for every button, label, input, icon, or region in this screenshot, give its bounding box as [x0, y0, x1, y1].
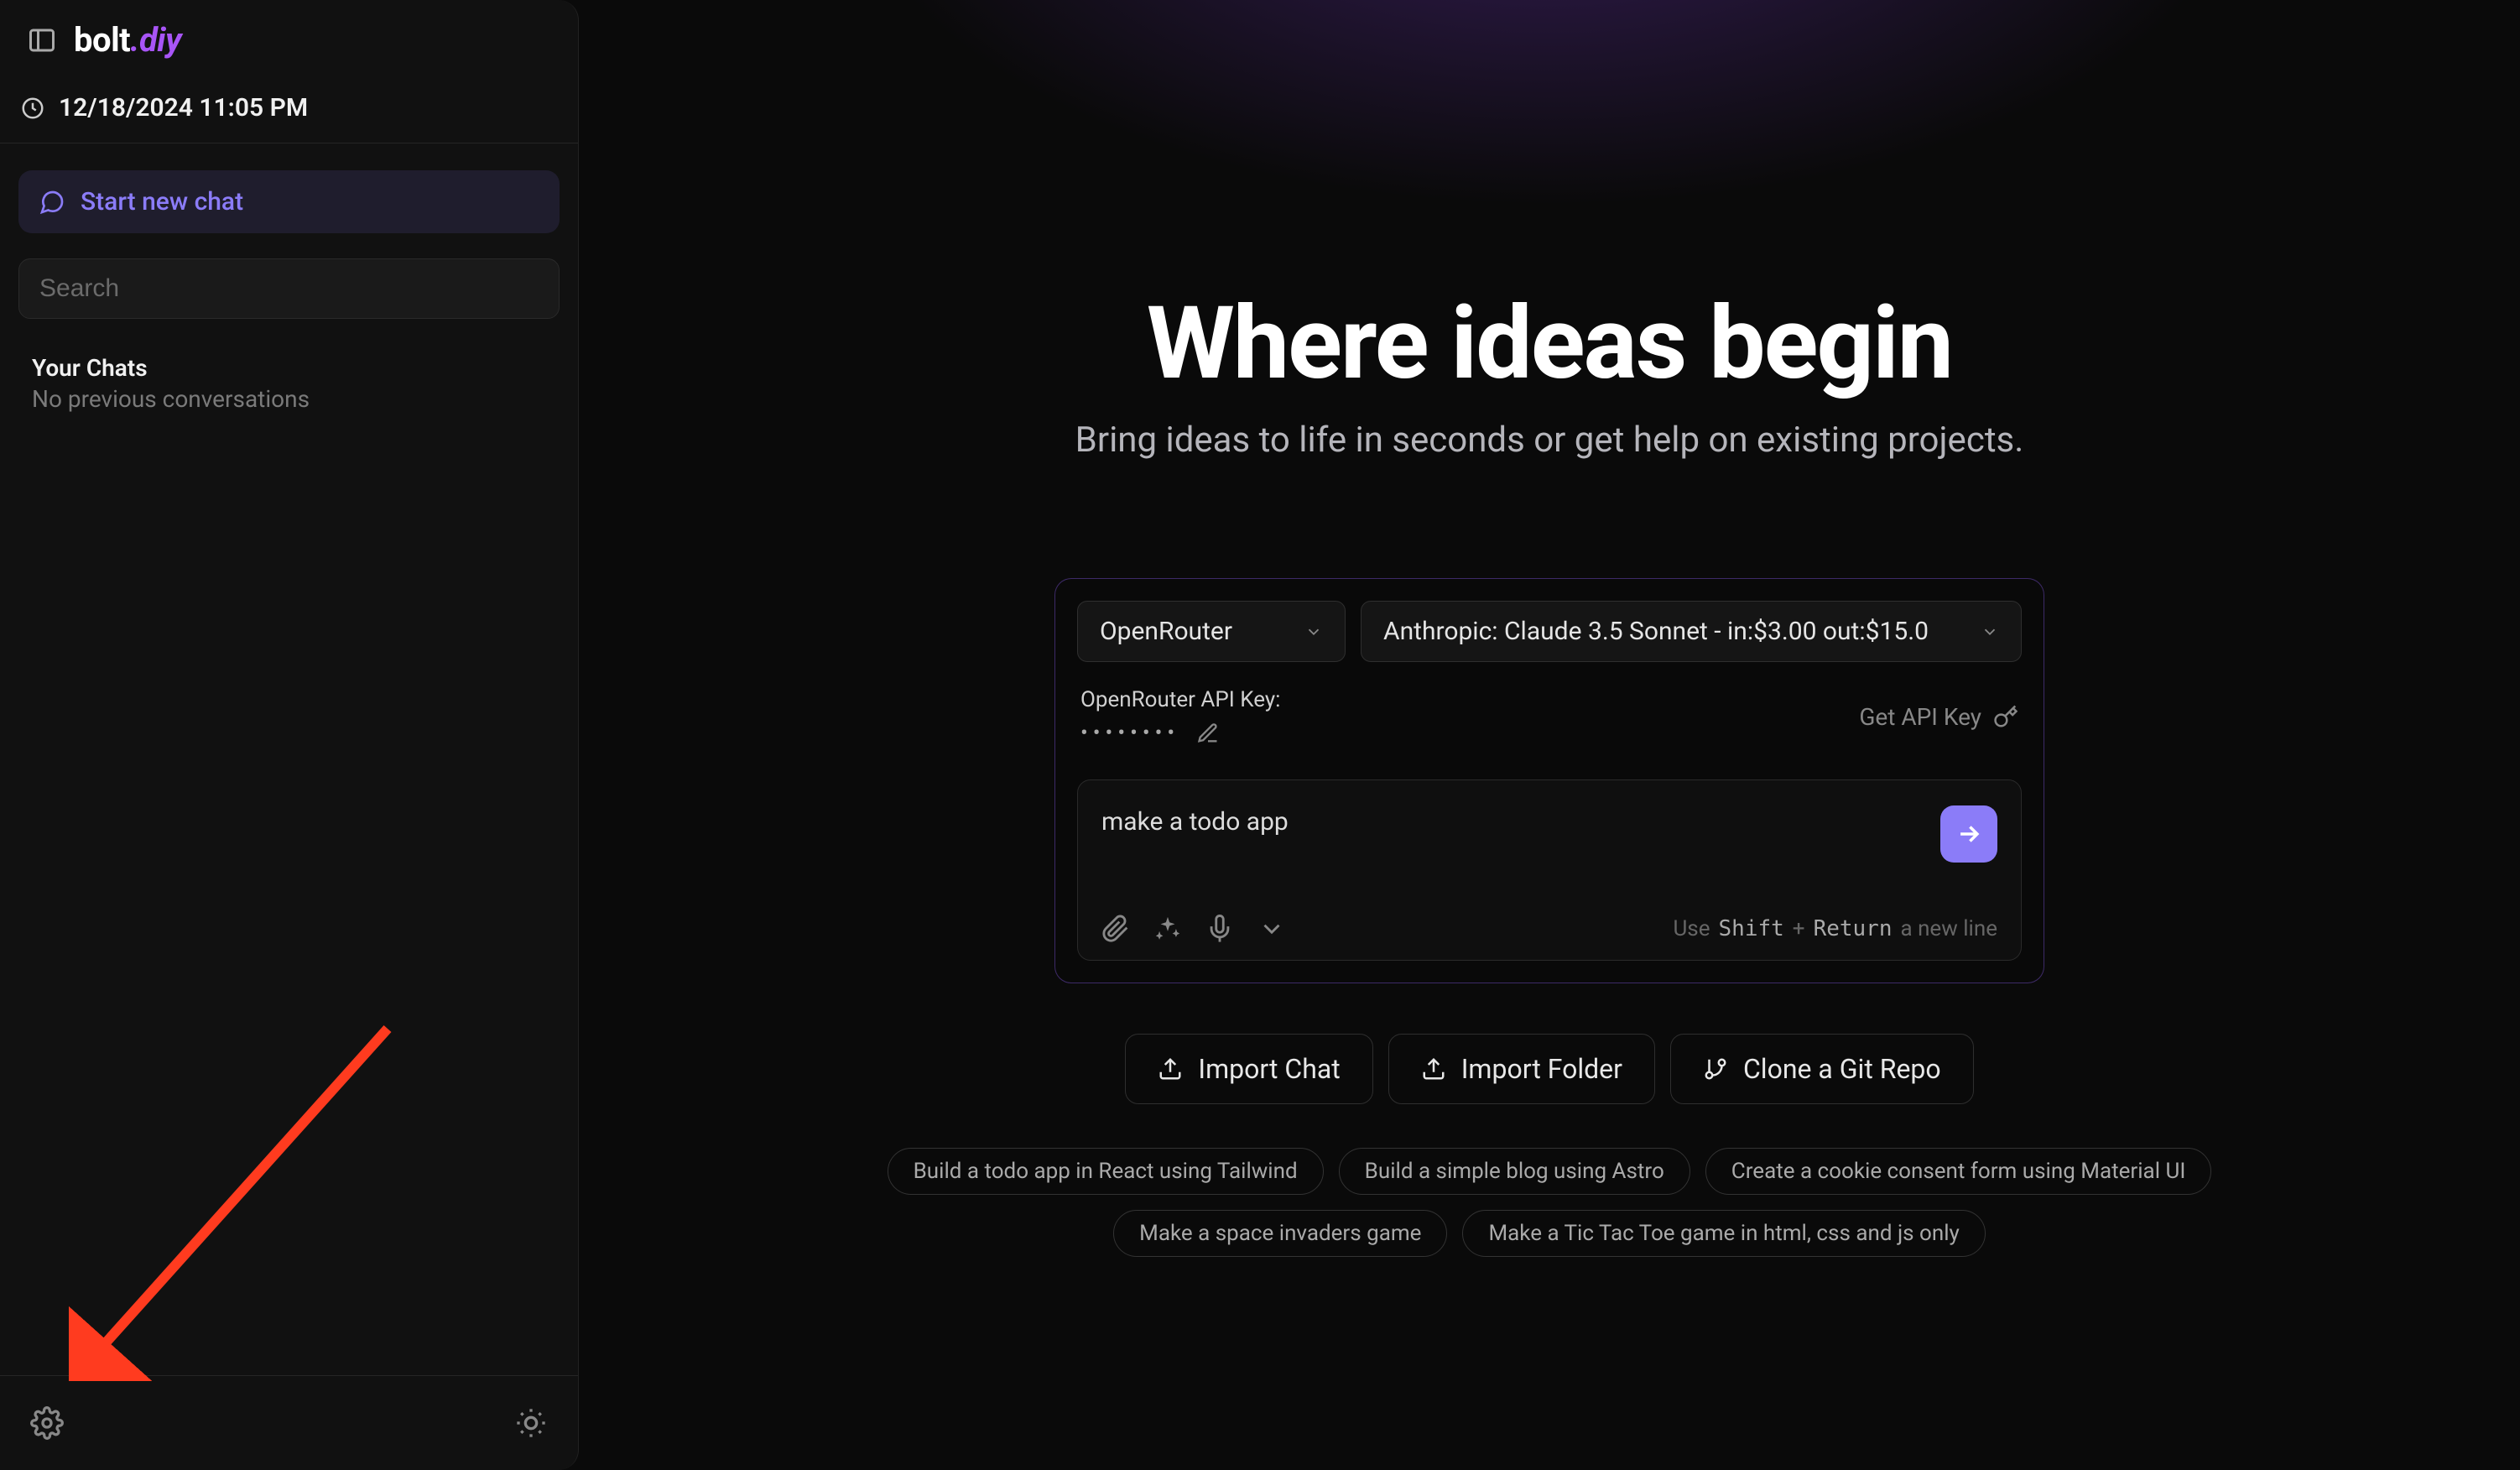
timestamp-text: 12/18/2024 11:05 PM — [59, 93, 308, 122]
get-api-key-label: Get API Key — [1859, 703, 1981, 731]
chevron-down-icon — [1981, 623, 1999, 641]
hero-title: Where ideas begin — [1147, 285, 1952, 403]
key-icon — [1993, 704, 2018, 729]
hint-use: Use — [1673, 916, 1710, 941]
api-key-label: OpenRouter API Key: — [1080, 687, 1280, 712]
model-select-value: Anthropic: Claude 3.5 Sonnet - in:$3.00 … — [1383, 617, 1929, 646]
sidebar: bolt.diy 12/18/2024 11:05 PM Start new c… — [0, 0, 579, 1470]
api-key-masked: •••••••• — [1080, 721, 1179, 746]
api-key-row: OpenRouter API Key: •••••••• Get API Key — [1077, 687, 2022, 746]
start-new-chat-button[interactable]: Start new chat — [18, 170, 560, 233]
upload-icon — [1421, 1056, 1446, 1082]
prompt-textarea[interactable]: make a todo app — [1101, 805, 1940, 837]
suggestion-pills: Build a todo app in React using Tailwind… — [887, 1148, 2212, 1257]
hint-tail: a new line — [1900, 916, 1997, 941]
hint-return: Return — [1814, 916, 1893, 941]
hint-shift: Shift — [1719, 916, 1784, 941]
sidebar-body: Start new chat Your Chats No previous co… — [0, 143, 578, 1375]
logo[interactable]: bolt.diy — [74, 20, 181, 60]
prompt-panel: OpenRouter Anthropic: Claude 3.5 Sonnet … — [1054, 578, 2044, 983]
prompt-input-top: make a todo app — [1101, 805, 1997, 889]
no-conversations-text: No previous conversations — [18, 382, 560, 416]
timestamp-row: 12/18/2024 11:05 PM — [0, 68, 578, 143]
action-buttons-row: Import Chat Import Folder Clone a Git Re… — [1125, 1034, 1973, 1104]
chat-plus-icon — [39, 189, 65, 216]
chevron-down-icon[interactable] — [1257, 915, 1286, 943]
newline-hint: Use Shift + Return a new line — [1673, 916, 1997, 941]
prompt-input-box: make a todo app Use Shift + Return a — [1077, 779, 2022, 961]
chevron-down-icon — [1304, 623, 1323, 641]
logo-bolt: bolt — [74, 20, 130, 60]
suggestion-pill[interactable]: Make a space invaders game — [1113, 1210, 1447, 1257]
import-folder-button[interactable]: Import Folder — [1388, 1034, 1655, 1104]
sidebar-header: bolt.diy — [0, 0, 578, 68]
send-button[interactable] — [1940, 805, 1997, 863]
start-new-chat-label: Start new chat — [81, 187, 243, 216]
get-api-key-link[interactable]: Get API Key — [1859, 703, 2018, 731]
clock-icon — [20, 96, 45, 121]
microphone-icon[interactable] — [1205, 915, 1234, 943]
upload-icon — [1158, 1056, 1183, 1082]
your-chats-heading: Your Chats — [18, 344, 560, 382]
prompt-tool-icons — [1101, 915, 1286, 943]
edit-icon[interactable] — [1196, 722, 1220, 745]
import-folder-label: Import Folder — [1461, 1053, 1622, 1085]
hero-subtitle: Bring ideas to life in seconds or get he… — [1075, 420, 2024, 461]
settings-icon[interactable] — [30, 1406, 64, 1440]
panel-toggle-icon[interactable] — [27, 25, 57, 55]
hint-plus: + — [1793, 916, 1805, 941]
main-content: Where ideas begin Bring ideas to life in… — [579, 0, 2520, 1470]
attachment-icon[interactable] — [1101, 915, 1130, 943]
git-branch-icon — [1703, 1056, 1728, 1082]
your-chats-section: Your Chats No previous conversations — [18, 344, 560, 416]
import-chat-button[interactable]: Import Chat — [1125, 1034, 1372, 1104]
model-select[interactable]: Anthropic: Claude 3.5 Sonnet - in:$3.00 … — [1361, 601, 2022, 662]
suggestion-pill[interactable]: Create a cookie consent form using Mater… — [1705, 1148, 2212, 1195]
theme-toggle-icon[interactable] — [514, 1406, 548, 1440]
api-key-value-row: •••••••• — [1080, 721, 1280, 746]
prompt-input-bottom: Use Shift + Return a new line — [1101, 915, 1997, 943]
suggestion-pill[interactable]: Build a todo app in React using Tailwind — [888, 1148, 1324, 1195]
suggestion-pill[interactable]: Build a simple blog using Astro — [1339, 1148, 1690, 1195]
logo-diy: .diy — [130, 20, 181, 60]
provider-select[interactable]: OpenRouter — [1077, 601, 1346, 662]
api-key-left: OpenRouter API Key: •••••••• — [1080, 687, 1280, 746]
import-chat-label: Import Chat — [1198, 1053, 1340, 1085]
provider-select-value: OpenRouter — [1100, 617, 1232, 646]
search-input[interactable] — [18, 258, 560, 319]
clone-repo-button[interactable]: Clone a Git Repo — [1670, 1034, 1974, 1104]
clone-repo-label: Clone a Git Repo — [1743, 1053, 1941, 1085]
sidebar-footer — [0, 1375, 578, 1470]
suggestion-pill[interactable]: Make a Tic Tac Toe game in html, css and… — [1462, 1210, 1985, 1257]
sparkle-icon[interactable] — [1153, 915, 1182, 943]
selects-row: OpenRouter Anthropic: Claude 3.5 Sonnet … — [1077, 601, 2022, 662]
